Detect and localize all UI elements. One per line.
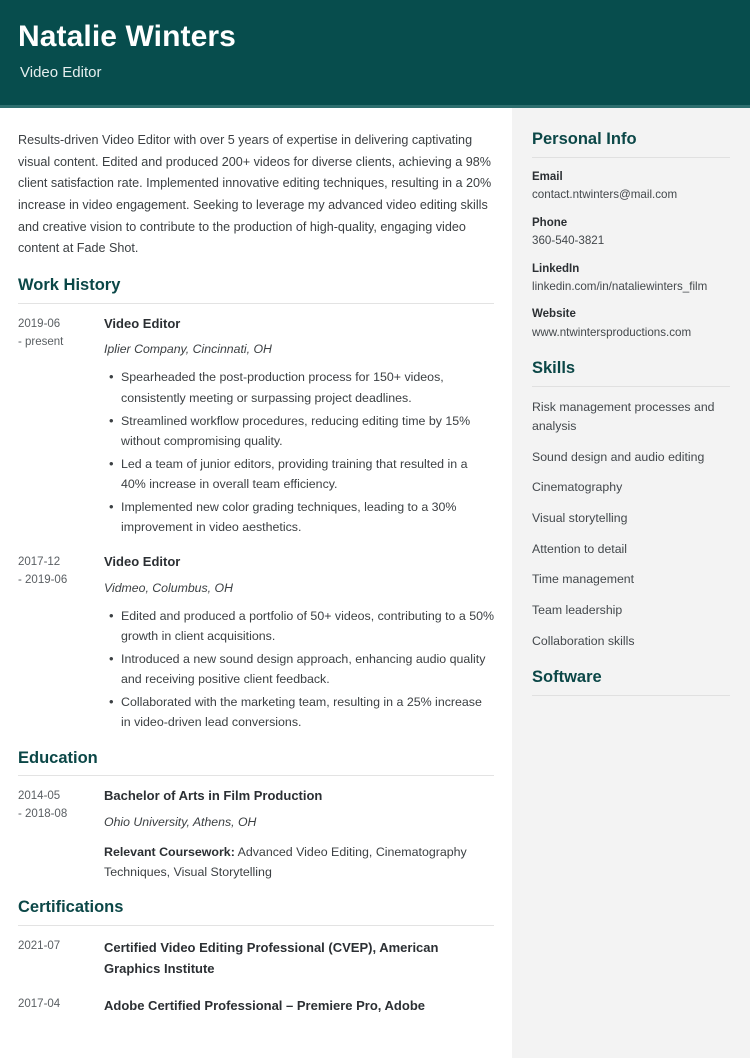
skill-item: Collaboration skills [532, 633, 635, 648]
skills-heading: Skills [532, 359, 576, 378]
main-column: Results-driven Video Editor with over 5 … [0, 108, 512, 1058]
personal-info-item-website: Website www.ntwintersproductions.com [532, 306, 730, 341]
skill-item: Time management [532, 572, 635, 587]
work-entry-bullets: Spearheaded the post-production process … [104, 366, 494, 537]
info-label: Email [532, 170, 563, 183]
skill-item: Visual storytelling [532, 510, 628, 525]
personal-info-item-email: Email contact.ntwinters@mail.com [532, 169, 730, 204]
section-personal-info: Personal Info Email contact.ntwinters@ma… [532, 130, 730, 341]
date-end: - present [18, 335, 64, 348]
work-entry-role: Video Editor [104, 315, 181, 331]
personal-info-item-linkedin: LinkedIn linkedin.com/in/nataliewinters_… [532, 261, 730, 296]
resume-body: Results-driven Video Editor with over 5 … [0, 108, 750, 1058]
personal-info-heading: Personal Info [532, 130, 637, 148]
certification-date: 2021-07 [18, 937, 104, 979]
education-coursework: Relevant Coursework: Advanced Video Edit… [104, 842, 494, 882]
work-entry-body: Video Editor Iplier Company, Cincinnati,… [104, 315, 494, 538]
work-entry-organization: Vidmeo, Columbus, OH [104, 580, 233, 595]
bullet-item: Streamlined workflow procedures, reducin… [109, 410, 494, 451]
coursework-label: Relevant Coursework: [104, 845, 235, 860]
skill-item: Team leadership [532, 602, 623, 617]
work-entry-dates: 2017-12 - 2019-06 [18, 553, 104, 732]
section-work-history: Work History 2019-06 - present Video Edi… [18, 276, 494, 733]
certification-entry: 2017-04 Adobe Certified Professional – P… [18, 995, 494, 1016]
resume-document: Natalie Winters Video Editor Results-dri… [0, 0, 750, 1061]
work-entry-bullets: Edited and produced a portfolio of 50+ v… [104, 605, 494, 733]
candidate-job-title: Video Editor [20, 63, 102, 81]
work-entry-organization: Iplier Company, Cincinnati, OH [104, 342, 272, 357]
certification-date: 2017-04 [18, 995, 104, 1016]
education-heading: Education [18, 748, 98, 767]
date-value: 2021-07 [18, 940, 61, 953]
section-skills: Skills Risk management processes and ana… [532, 359, 730, 650]
info-label: Website [532, 308, 576, 321]
certification-body: Certified Video Editing Professional (CV… [104, 937, 494, 979]
date-start: 2017-12 [18, 556, 61, 569]
skill-item: Risk management processes and analysis [532, 400, 715, 433]
personal-info-item-phone: Phone 360-540-3821 [532, 215, 730, 250]
work-entry-dates: 2019-06 - present [18, 315, 104, 538]
skills-divider [532, 386, 730, 388]
work-entry-role: Video Editor [104, 554, 181, 570]
bullet-item: Implemented new color grading techniques… [109, 496, 494, 537]
date-end: - 2019-06 [18, 574, 68, 587]
candidate-name: Natalie Winters [18, 20, 236, 53]
education-institution: Ohio University, Athens, OH [104, 814, 257, 829]
section-software: Software [532, 668, 730, 697]
info-value-linkedin[interactable]: linkedin.com/in/nataliewinters_film [532, 279, 730, 296]
work-history-divider [18, 302, 494, 304]
education-entry-body: Bachelor of Arts in Film Production Ohio… [104, 787, 494, 882]
certification-title: Certified Video Editing Professional (CV… [104, 940, 439, 977]
work-entry: 2019-06 - present Video Editor Iplier Co… [18, 315, 494, 538]
certification-body: Adobe Certified Professional – Premiere … [104, 995, 494, 1016]
date-start: 2014-05 [18, 790, 61, 803]
certification-entry: 2021-07 Certified Video Editing Professi… [18, 937, 494, 979]
bullet-item: Collaborated with the marketing team, re… [109, 691, 494, 732]
bullet-item: Introduced a new sound design approach, … [109, 648, 494, 689]
bullet-item: Edited and produced a portfolio of 50+ v… [109, 605, 494, 646]
certifications-heading: Certifications [18, 898, 124, 917]
info-label: Phone [532, 216, 568, 229]
certification-title: Adobe Certified Professional – Premiere … [104, 998, 425, 1014]
software-heading: Software [532, 668, 602, 687]
sidebar-column: Personal Info Email contact.ntwinters@ma… [512, 108, 750, 1058]
certifications-divider [18, 925, 494, 927]
education-divider [18, 775, 494, 777]
date-start: 2019-06 [18, 317, 61, 330]
education-entry-dates: 2014-05 - 2018-08 [18, 787, 104, 882]
skill-item: Attention to detail [532, 541, 628, 556]
info-value-email[interactable]: contact.ntwinters@mail.com [532, 187, 730, 204]
education-degree: Bachelor of Arts in Film Production [104, 788, 323, 804]
work-entry: 2017-12 - 2019-06 Video Editor Vidmeo, C… [18, 553, 494, 732]
education-entry: 2014-05 - 2018-08 Bachelor of Arts in Fi… [18, 787, 494, 882]
bullet-item: Led a team of junior editors, providing … [109, 453, 494, 494]
section-certifications: Certifications 2021-07 Certified Video E… [18, 898, 494, 1016]
resume-header: Natalie Winters Video Editor [0, 0, 750, 108]
personal-info-divider [532, 156, 730, 158]
software-divider [532, 695, 730, 697]
bullet-item: Spearheaded the post-production process … [109, 366, 494, 407]
info-label: LinkedIn [532, 262, 580, 275]
work-entry-body: Video Editor Vidmeo, Columbus, OH Edited… [104, 553, 494, 732]
date-value: 2017-04 [18, 998, 61, 1011]
skill-item: Sound design and audio editing [532, 449, 705, 464]
info-value-phone[interactable]: 360-540-3821 [532, 233, 730, 250]
skill-item: Cinematography [532, 480, 623, 495]
date-end: - 2018-08 [18, 808, 68, 821]
info-value-website[interactable]: www.ntwintersproductions.com [532, 325, 730, 342]
professional-summary: Results-driven Video Editor with over 5 … [18, 133, 492, 256]
section-education: Education 2014-05 - 2018-08 Bachelor of … [18, 749, 494, 883]
work-history-heading: Work History [18, 275, 121, 294]
